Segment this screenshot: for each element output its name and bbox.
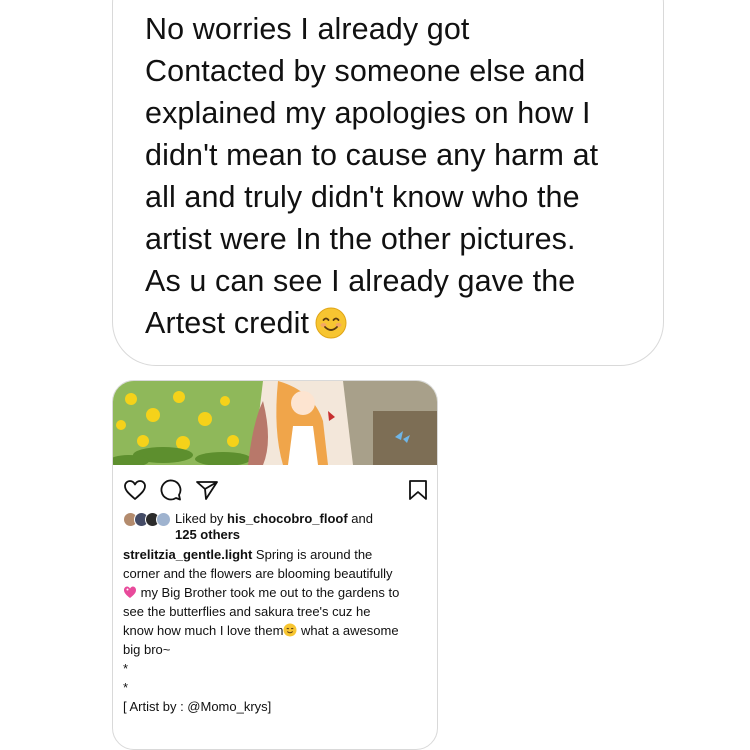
smiling-face-icon (283, 623, 297, 637)
message-line: didn't mean to cause any harm at (145, 138, 599, 172)
heart-icon[interactable] (123, 479, 147, 501)
caption-line: corner and the flowers are blooming beau… (123, 566, 393, 581)
message-line: Contacted by someone else and (145, 54, 586, 88)
message-line: No worries I already got (145, 12, 470, 46)
share-icon[interactable] (195, 479, 219, 501)
message-line: As u can see I already gave the (145, 264, 576, 298)
bookmark-icon[interactable] (407, 479, 429, 501)
caption-line: know how much I love them what a awesome (123, 623, 399, 638)
post-image[interactable] (113, 381, 438, 465)
shared-post-card[interactable]: Liked by his_chocobro_floof and 125 othe… (112, 380, 438, 750)
artist-credit: [ Artist by : @Momo_krys] (123, 699, 272, 714)
message-line: explained my apologies on how I (145, 96, 591, 130)
message-line: artist were In the other pictures. (145, 222, 576, 256)
sparkling-heart-icon (124, 586, 136, 598)
caption-line: * (123, 661, 129, 676)
message-line-last: Artest credit (145, 302, 645, 344)
message-text: No worries I already got Contacted by so… (145, 8, 645, 344)
likes-count[interactable]: 125 others (175, 527, 240, 543)
avatar (156, 512, 171, 527)
smiling-face-emoji-icon (315, 307, 347, 339)
likes-text: Liked by his_chocobro_floof and (175, 511, 373, 526)
post-caption: strelitzia_gentle.light Spring is around… (123, 545, 435, 716)
likes-user-link[interactable]: his_chocobro_floof (227, 511, 348, 526)
caption-line: big bro~ (123, 642, 171, 657)
caption-username[interactable]: strelitzia_gentle.light (123, 547, 252, 562)
caption-line: see the butterflies and sakura tree's cu… (123, 604, 371, 619)
message-line: all and truly didn't know who the (145, 180, 580, 214)
liker-avatars (123, 512, 183, 528)
caption-line: strelitzia_gentle.light Spring is around… (123, 547, 373, 562)
post-action-row (113, 477, 437, 505)
caption-line: * (123, 680, 129, 695)
caption-line: my Big Brother took me out to the garden… (123, 583, 435, 602)
comment-icon[interactable] (159, 479, 183, 501)
